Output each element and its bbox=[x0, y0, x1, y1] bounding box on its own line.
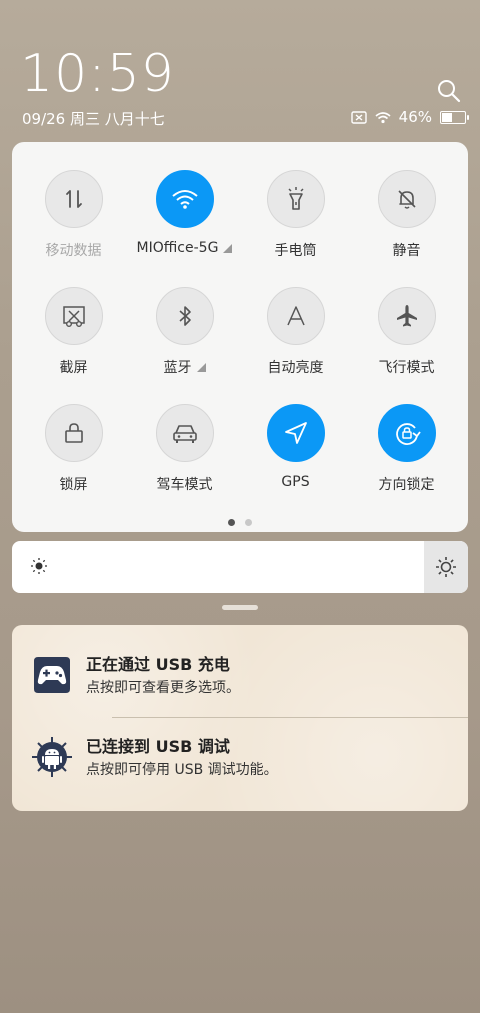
airplane-button[interactable] bbox=[377, 287, 436, 345]
notification-text: 点按即可查看更多选项。 bbox=[86, 680, 240, 696]
brightness-high-icon bbox=[436, 557, 456, 577]
tile-label: 锁屏 bbox=[59, 477, 88, 493]
bluetooth-icon bbox=[178, 306, 191, 326]
tile-label: 静音 bbox=[392, 243, 421, 259]
brightness-slider[interactable] bbox=[12, 541, 468, 593]
drag-handle[interactable] bbox=[222, 605, 258, 610]
status-icons: 46% bbox=[350, 108, 469, 126]
notification-title: 已连接到 USB 调试 bbox=[86, 737, 230, 756]
driving-mode-button[interactable] bbox=[155, 404, 214, 462]
tile-mute[interactable]: 静音 bbox=[351, 170, 462, 287]
expand-triangle-icon[interactable] bbox=[223, 243, 233, 253]
tile-label: 自动亮度 bbox=[267, 360, 324, 376]
brightness-slider-thumb[interactable] bbox=[424, 541, 468, 593]
page-indicator bbox=[12, 519, 468, 526]
flashlight-button[interactable] bbox=[266, 170, 325, 228]
quick-settings-grid: 移动数据 MIOffice-5G 手电筒 静音 截屏 蓝牙 自动亮度 飞行模式 … bbox=[12, 170, 474, 521]
tile-airplane[interactable]: 飞行模式 bbox=[351, 287, 462, 404]
notification-usb-charging[interactable]: 正在通过 USB 充电 点按即可查看更多选项。 bbox=[12, 639, 468, 719]
screenshot-button[interactable] bbox=[44, 287, 103, 345]
tile-mobile-data[interactable]: 移动数据 bbox=[18, 170, 129, 287]
tile-auto-brightness[interactable]: 自动亮度 bbox=[240, 287, 351, 404]
tile-screenshot[interactable]: 截屏 bbox=[18, 287, 129, 404]
wifi-status-icon bbox=[375, 111, 391, 123]
search-icon[interactable] bbox=[436, 78, 462, 104]
wifi-icon bbox=[171, 190, 198, 209]
lock-screen-button[interactable] bbox=[44, 404, 103, 462]
page-dot-active[interactable] bbox=[228, 519, 235, 526]
clock: 10:59 bbox=[20, 44, 175, 104]
auto-brightness-icon bbox=[286, 306, 305, 326]
tile-label: 方向锁定 bbox=[378, 477, 435, 493]
tile-bluetooth[interactable]: 蓝牙 bbox=[129, 287, 240, 404]
date-text: 09/26 周三 八月十七 bbox=[22, 110, 165, 128]
tile-gps[interactable]: GPS bbox=[240, 404, 351, 521]
tile-label: MIOffice-5G bbox=[136, 240, 219, 256]
bluetooth-button[interactable] bbox=[155, 287, 214, 345]
quick-settings-panel: 移动数据 MIOffice-5G 手电筒 静音 截屏 蓝牙 自动亮度 飞行模式 … bbox=[12, 142, 468, 532]
tile-label: 截屏 bbox=[59, 360, 88, 376]
mobile-data-button[interactable] bbox=[44, 170, 103, 228]
car-icon bbox=[172, 425, 197, 443]
wifi-button[interactable] bbox=[155, 170, 214, 228]
flashlight-icon bbox=[287, 187, 304, 210]
rotation-lock-icon bbox=[395, 423, 421, 445]
mute-button[interactable] bbox=[377, 170, 436, 228]
sim-missing-icon bbox=[350, 110, 367, 124]
airplane-icon bbox=[396, 305, 417, 327]
tile-label: 蓝牙 bbox=[163, 360, 192, 376]
tile-label: GPS bbox=[281, 474, 310, 490]
tile-driving-mode[interactable]: 驾车模式 bbox=[129, 404, 240, 521]
tile-label: 手电筒 bbox=[274, 243, 317, 259]
notification-text: 点按即可停用 USB 调试功能。 bbox=[86, 762, 278, 778]
android-icon bbox=[32, 737, 72, 777]
tile-flashlight[interactable]: 手电筒 bbox=[240, 170, 351, 287]
gps-arrow-icon bbox=[284, 422, 307, 444]
lock-icon bbox=[64, 423, 83, 443]
data-arrows-icon bbox=[65, 190, 82, 208]
notification-title: 正在通过 USB 充电 bbox=[86, 655, 230, 674]
rotation-lock-button[interactable] bbox=[377, 404, 436, 462]
gamepad-icon bbox=[34, 657, 70, 693]
tile-rotation-lock[interactable]: 方向锁定 bbox=[351, 404, 462, 521]
auto-brightness-button[interactable] bbox=[266, 287, 325, 345]
notification-divider bbox=[112, 717, 468, 718]
bell-mute-icon bbox=[397, 190, 416, 209]
expand-triangle-icon[interactable] bbox=[196, 362, 206, 372]
notification-card: 正在通过 USB 充电 点按即可查看更多选项。 已连接到 USB 调试 点按即可… bbox=[12, 625, 468, 811]
notification-usb-debugging[interactable]: 已连接到 USB 调试 点按即可停用 USB 调试功能。 bbox=[12, 721, 468, 801]
tile-wifi[interactable]: MIOffice-5G bbox=[129, 170, 240, 287]
page-dot[interactable] bbox=[245, 519, 252, 526]
brightness-low-icon bbox=[31, 558, 47, 574]
tile-lock-screen[interactable]: 锁屏 bbox=[18, 404, 129, 521]
battery-icon bbox=[440, 110, 469, 124]
tile-label: 飞行模式 bbox=[378, 360, 435, 376]
gps-button[interactable] bbox=[266, 404, 325, 462]
battery-percent: 46% bbox=[398, 108, 432, 126]
tile-label: 移动数据 bbox=[45, 243, 102, 259]
screenshot-icon bbox=[62, 306, 85, 328]
tile-label: 驾车模式 bbox=[156, 477, 213, 493]
